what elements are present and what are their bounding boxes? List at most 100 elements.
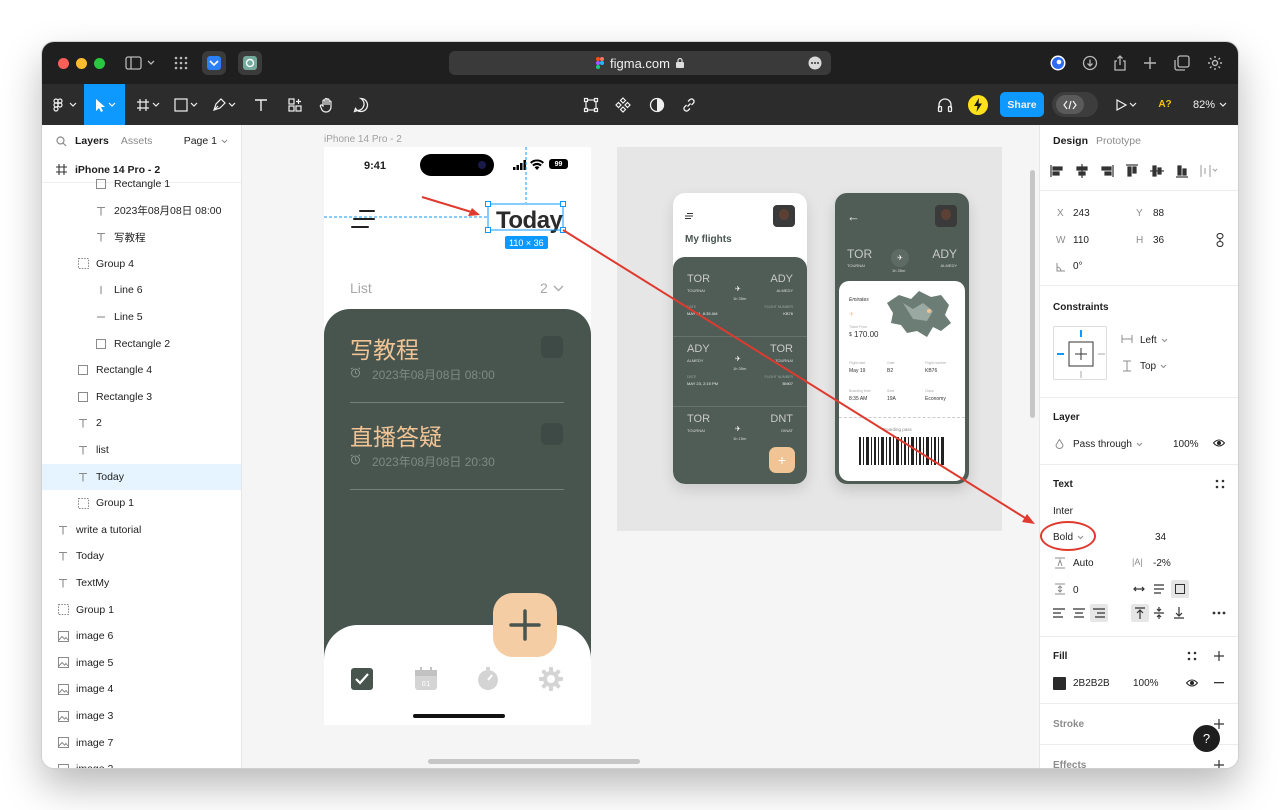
layer-row[interactable]: Group 4 <box>42 251 241 277</box>
horizontal-constraint-dropdown[interactable]: Left <box>1140 335 1168 346</box>
layer-row[interactable]: Line 6 <box>42 277 241 303</box>
font-size-input[interactable]: 34 <box>1155 532 1166 543</box>
accessibility-check[interactable]: A? <box>1150 84 1180 125</box>
layer-row[interactable]: Line 5 <box>42 304 241 330</box>
layer-row[interactable]: Today <box>42 543 241 569</box>
layer-row[interactable]: image 5 <box>42 650 241 676</box>
text-tool-button[interactable] <box>246 84 276 125</box>
sidebar-toggle-icon[interactable] <box>122 53 158 73</box>
align-text-bottom-icon[interactable] <box>1174 607 1184 619</box>
line-height-input[interactable]: Auto <box>1073 558 1094 569</box>
constraint-widget[interactable] <box>1053 326 1107 380</box>
vertical-scrollbar[interactable] <box>1030 170 1035 418</box>
auto-height-icon[interactable] <box>1153 584 1165 594</box>
crop-icon[interactable] <box>576 84 606 125</box>
plugin-lightning-icon[interactable] <box>964 84 992 125</box>
extension-icon[interactable] <box>1048 53 1068 73</box>
text-align-center-icon[interactable] <box>1073 608 1085 618</box>
layer-row[interactable]: image 7 <box>42 730 241 756</box>
layer-row[interactable]: image 2 <box>42 756 241 768</box>
text-align-left-icon[interactable] <box>1053 608 1065 618</box>
fill-visibility-eye-icon[interactable] <box>1186 678 1198 688</box>
pinned-tab-icon[interactable] <box>202 51 226 75</box>
styles-grid-icon[interactable] <box>1187 651 1197 661</box>
frame-tool-button[interactable] <box>132 84 166 125</box>
layer-row[interactable]: list <box>42 437 241 463</box>
present-button[interactable] <box>1112 84 1142 125</box>
chatgpt-tab-icon[interactable] <box>238 51 262 75</box>
more-options-icon[interactable] <box>1212 611 1226 615</box>
layer-row[interactable]: Group 1 <box>42 597 241 623</box>
page-selector[interactable]: Page 1 <box>184 135 228 147</box>
mask-contrast-icon[interactable] <box>642 84 672 125</box>
page-menu-icon[interactable] <box>805 53 825 73</box>
font-family-dropdown[interactable]: Inter <box>1053 506 1073 517</box>
align-text-top-icon[interactable] <box>1131 604 1149 622</box>
layer-row[interactable]: Today <box>42 463 241 490</box>
text-align-right-icon[interactable] <box>1090 604 1108 622</box>
close-window-button[interactable] <box>58 58 69 69</box>
help-button[interactable]: ? <box>1193 725 1220 752</box>
add-fill-icon[interactable] <box>1213 650 1225 662</box>
layer-row[interactable]: TextMy <box>42 570 241 596</box>
tab-design[interactable]: Design <box>1053 135 1088 147</box>
layer-opacity-input[interactable]: 100% <box>1173 439 1199 450</box>
resources-tool-button[interactable] <box>280 84 310 125</box>
fill-hex-input[interactable]: 2B2B2B <box>1073 678 1110 689</box>
zoom-window-button[interactable] <box>94 58 105 69</box>
visibility-eye-icon[interactable] <box>1213 438 1225 448</box>
layer-row[interactable]: 2 <box>42 410 241 436</box>
headphones-icon[interactable] <box>930 84 960 125</box>
link-icon[interactable] <box>674 84 704 125</box>
component-icon[interactable] <box>608 84 638 125</box>
horizontal-scrollbar[interactable] <box>428 759 640 764</box>
type-settings-icon[interactable] <box>1215 479 1225 489</box>
pen-tool-button[interactable] <box>208 84 242 125</box>
w-input[interactable]: 110 <box>1073 235 1089 246</box>
tab-layers[interactable]: Layers <box>75 135 109 147</box>
zoom-dropdown[interactable]: 82% <box>1190 84 1230 125</box>
layer-row[interactable]: image 6 <box>42 623 241 649</box>
settings-gear-icon[interactable] <box>1205 53 1225 73</box>
minimize-window-button[interactable] <box>76 58 87 69</box>
layer-row[interactable]: image 3 <box>42 703 241 729</box>
layer-row[interactable]: Rectangle 2 <box>42 331 241 357</box>
hand-tool-button[interactable] <box>312 84 342 125</box>
layer-row[interactable]: Rectangle 1 <box>42 171 241 197</box>
share-button[interactable]: Share <box>1000 92 1044 117</box>
auto-width-icon[interactable] <box>1133 585 1145 593</box>
align-text-middle-icon[interactable] <box>1154 607 1164 619</box>
shape-tool-button[interactable] <box>170 84 204 125</box>
vertical-constraint-dropdown[interactable]: Top <box>1140 361 1167 372</box>
address-bar[interactable]: figma.com <box>449 51 831 75</box>
h-input[interactable]: 36 <box>1153 235 1164 246</box>
fill-opacity-input[interactable]: 100% <box>1133 678 1159 689</box>
rotation-input[interactable]: 0° <box>1073 261 1083 272</box>
remove-fill-icon[interactable] <box>1213 682 1225 684</box>
tab-overview-icon[interactable] <box>172 53 190 73</box>
fill-color-swatch[interactable] <box>1053 677 1066 690</box>
paragraph-spacing-input[interactable]: 0 <box>1073 585 1079 596</box>
canvas[interactable]: iPhone 14 Pro - 2 9:41 99 Today List 2 写… <box>242 125 1039 768</box>
share-page-icon[interactable] <box>1110 53 1130 73</box>
tab-overview-stack-icon[interactable] <box>1172 53 1192 73</box>
move-tool-button[interactable] <box>84 84 125 125</box>
tab-prototype[interactable]: Prototype <box>1096 135 1141 147</box>
layer-row[interactable]: write a tutorial <box>42 517 241 543</box>
layer-row[interactable]: 写教程 <box>42 224 241 250</box>
y-input[interactable]: 88 <box>1153 208 1164 219</box>
download-icon[interactable] <box>1080 53 1100 73</box>
layer-row[interactable]: Group 1 <box>42 490 241 516</box>
fixed-size-icon[interactable] <box>1171 580 1189 598</box>
main-menu-button[interactable] <box>48 84 84 125</box>
layers-search-icon[interactable] <box>56 135 67 147</box>
layer-row[interactable]: image 4 <box>42 676 241 702</box>
layer-row[interactable]: Rectangle 3 <box>42 384 241 410</box>
add-effect-icon[interactable] <box>1213 759 1225 768</box>
layer-row[interactable]: Rectangle 4 <box>42 357 241 383</box>
comment-tool-button[interactable] <box>346 84 376 125</box>
tab-assets[interactable]: Assets <box>121 135 153 147</box>
x-input[interactable]: 243 <box>1073 208 1090 219</box>
blend-mode-dropdown[interactable]: Pass through <box>1073 439 1143 450</box>
dev-mode-toggle[interactable] <box>1052 92 1098 117</box>
